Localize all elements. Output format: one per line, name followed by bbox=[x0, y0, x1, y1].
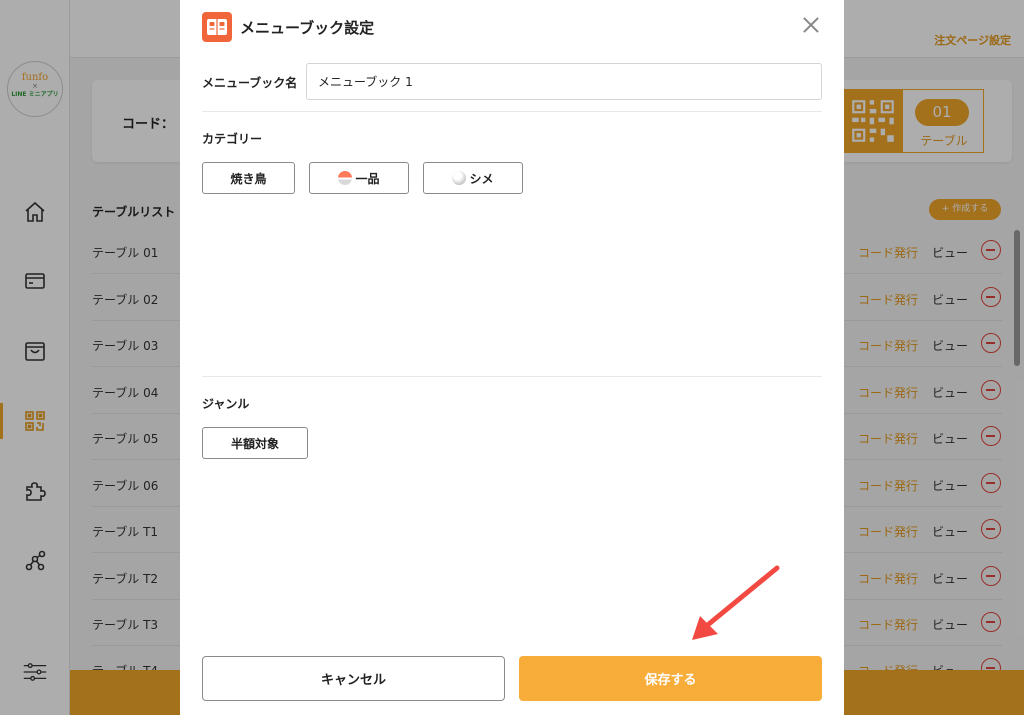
sushi-icon bbox=[338, 171, 353, 185]
category-label: カテゴリー bbox=[202, 132, 263, 146]
divider bbox=[202, 111, 822, 112]
cancel-button[interactable]: キャンセル bbox=[202, 656, 505, 701]
dialog-title: メニューブック設定 bbox=[240, 19, 375, 37]
category-chip[interactable]: 焼き鳥 bbox=[202, 162, 295, 194]
menu-book-icon bbox=[202, 12, 232, 42]
category-chip-label: 焼き鳥 bbox=[230, 171, 267, 186]
category-chip-label: シメ bbox=[469, 171, 494, 186]
close-icon[interactable] bbox=[801, 15, 821, 35]
category-chip[interactable]: 一品 bbox=[309, 162, 409, 194]
rice-ball-icon bbox=[452, 171, 467, 185]
genre-label: ジャンル bbox=[202, 397, 250, 411]
category-chip-label: 一品 bbox=[355, 171, 380, 186]
genre-chip[interactable]: 半額対象 bbox=[202, 427, 308, 459]
annotation-arrow-icon bbox=[692, 565, 780, 640]
menu-book-name-label: メニューブック名 bbox=[202, 76, 298, 90]
divider bbox=[202, 376, 822, 377]
category-chip[interactable]: シメ bbox=[423, 162, 523, 194]
menu-book-name-input[interactable] bbox=[306, 63, 822, 100]
genre-chip-label: 半額対象 bbox=[230, 436, 279, 451]
save-button[interactable]: 保存する bbox=[519, 656, 822, 701]
